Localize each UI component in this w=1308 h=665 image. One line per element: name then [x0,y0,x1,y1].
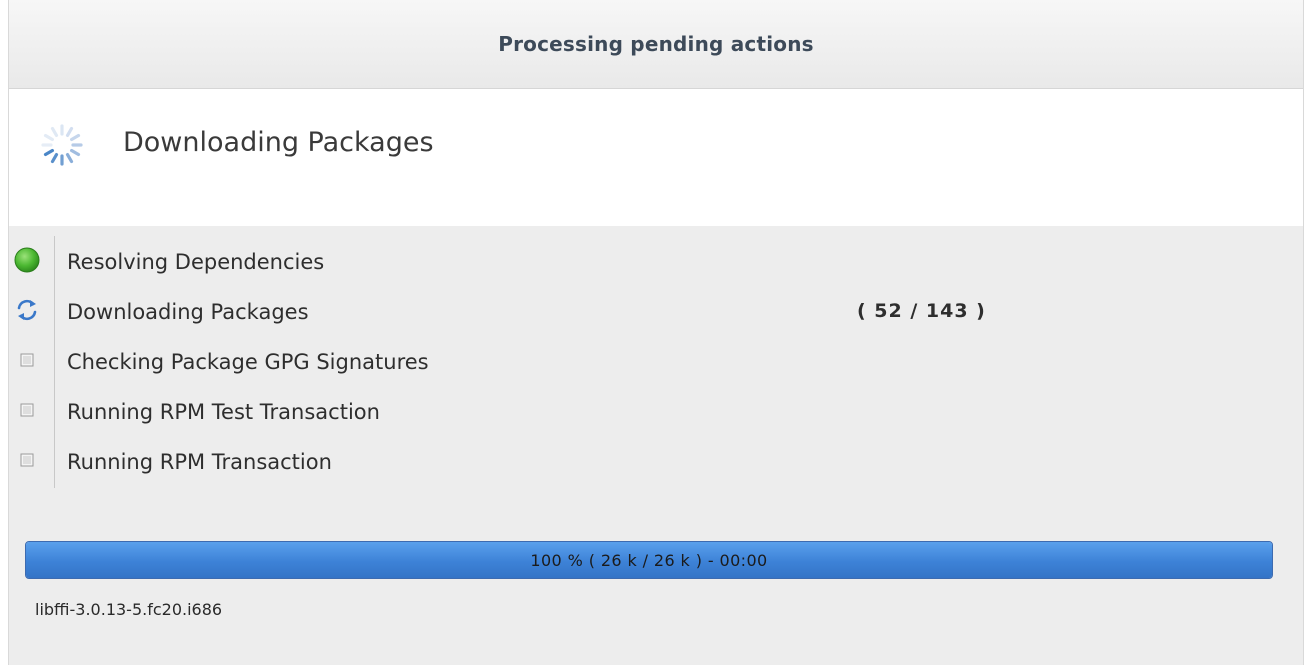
step-rpm-transaction: Running RPM Transaction [9,436,1109,482]
step-label: Checking Package GPG Signatures [67,350,429,374]
step-label: Resolving Dependencies [67,250,325,274]
step-label: Running RPM Transaction [67,450,332,474]
step-rpm-test-transaction: Running RPM Test Transaction [9,386,1109,432]
spinner-icon [41,124,83,166]
window-title: Processing pending actions [498,32,814,56]
step-label: Downloading Packages [67,300,309,324]
refresh-icon [17,299,37,321]
step-resolving-dependencies: Resolving Dependencies [9,236,1109,282]
title-bar[interactable]: Processing pending actions [9,0,1303,89]
green-dot-icon [14,247,40,273]
step-list: Resolving Dependencies Downloading Packa… [9,236,1303,491]
current-package-name: libffi-3.0.13-5.fc20.i686 [35,600,223,619]
current-action-header: Downloading Packages [9,89,1303,226]
step-downloading-packages: Downloading Packages ( 52 / 143 ) [9,286,1109,332]
step-checking-gpg-signatures: Checking Package GPG Signatures [9,336,1109,382]
download-progress-bar: 100 % ( 26 k / 26 k ) - 00:00 [25,541,1273,579]
dialog-window: Processing pending actions Downloading P… [8,0,1304,665]
checkbox-icon [20,403,34,417]
current-action-label: Downloading Packages [123,127,434,158]
download-count: ( 52 / 143 ) [857,300,986,322]
progress-text: 100 % ( 26 k / 26 k ) - 00:00 [530,550,768,570]
checkbox-icon [20,453,34,467]
checkbox-icon [20,353,34,367]
step-label: Running RPM Test Transaction [67,400,380,424]
